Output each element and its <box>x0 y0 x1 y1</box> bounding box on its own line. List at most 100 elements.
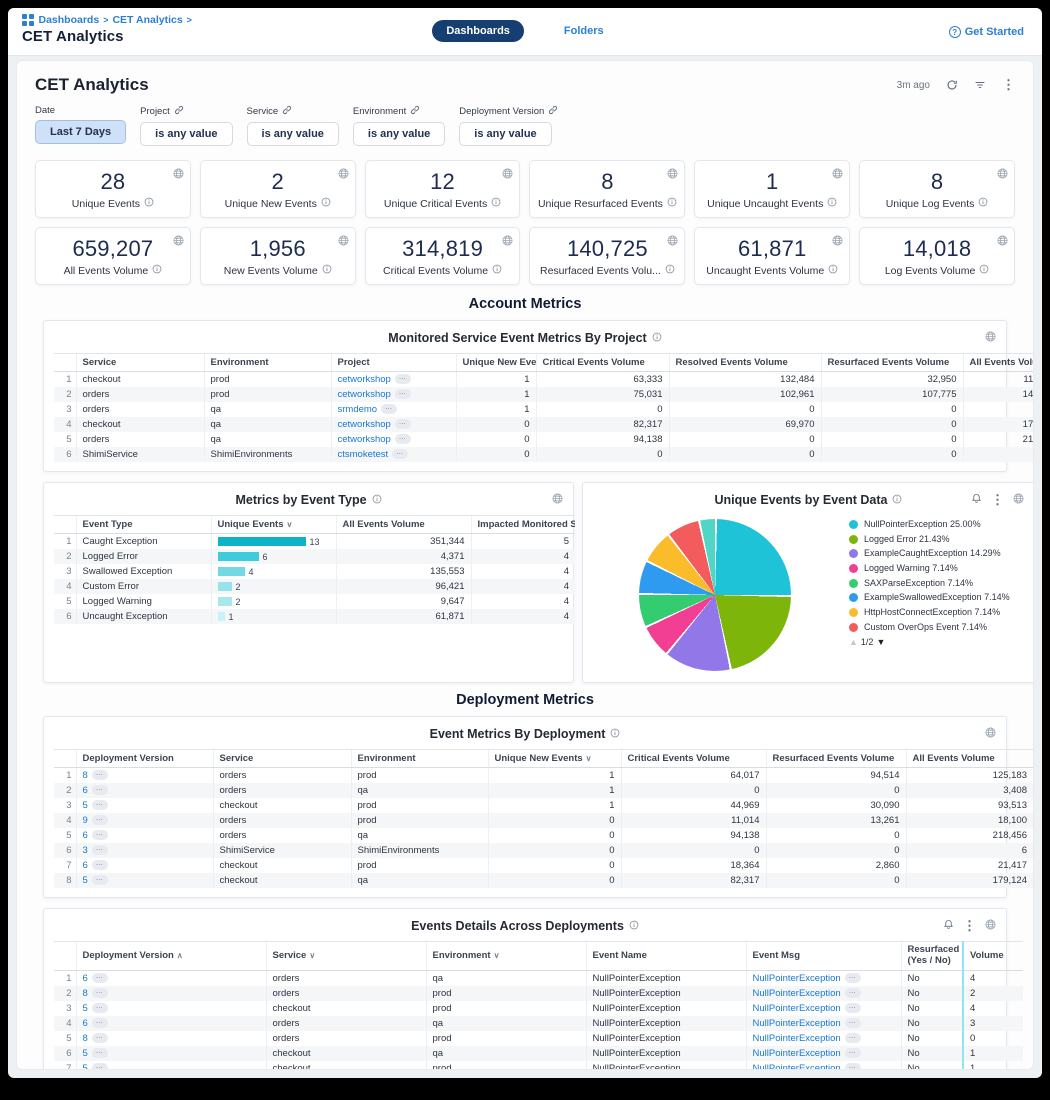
globe-icon[interactable] <box>173 233 184 251</box>
legend-page-down-icon[interactable]: ▼ <box>876 637 885 647</box>
column-header[interactable]: Unique New Ever∨ <box>456 354 536 372</box>
column-header[interactable]: Environment∨ <box>426 942 586 971</box>
info-icon[interactable] <box>652 331 662 345</box>
table-link[interactable]: NullPointerException <box>753 1048 841 1059</box>
bell-icon[interactable] <box>943 917 954 935</box>
table-row[interactable]: 5ordersqacetworkshop⋯094,13800218,456 <box>54 432 1034 447</box>
info-icon[interactable] <box>144 197 154 210</box>
table-link[interactable]: 6 <box>83 830 88 841</box>
column-header[interactable]: Service <box>76 354 204 372</box>
table-link[interactable]: srmdemo <box>338 404 378 415</box>
table-row[interactable]: 46⋯ordersqaNullPointerExceptionNullPoint… <box>54 1016 1023 1031</box>
column-header[interactable]: Deployment Version∧ <box>76 942 266 971</box>
ellipsis-pill-icon[interactable]: ⋯ <box>92 1018 108 1028</box>
globe-icon[interactable] <box>552 491 563 509</box>
info-icon[interactable] <box>629 919 639 933</box>
get-started-link[interactable]: ? Get Started <box>949 26 1024 38</box>
table-link[interactable]: 3 <box>83 845 88 856</box>
unique-events-bar[interactable]: 13 <box>218 537 330 547</box>
legend-item[interactable]: ExampleSwallowedException 7.14% <box>849 592 1024 604</box>
filter-value-chip[interactable]: is any value <box>353 122 445 146</box>
column-header[interactable]: Resurfaced Events Volume <box>766 750 906 768</box>
ellipsis-pill-icon[interactable]: ⋯ <box>92 988 108 998</box>
unique-events-bar[interactable]: 6 <box>218 552 330 562</box>
info-icon[interactable] <box>321 197 331 210</box>
info-icon[interactable] <box>828 264 838 277</box>
table-row[interactable]: 2Logged Error64,3714 <box>54 549 575 564</box>
table-row[interactable]: 65⋯checkoutqaNullPointerExceptionNullPoi… <box>54 1046 1023 1061</box>
unique-events-bar[interactable]: 1 <box>218 612 330 622</box>
ellipsis-pill-icon[interactable]: ⋯ <box>845 973 861 983</box>
globe-icon[interactable] <box>338 233 349 251</box>
breadcrumb-dashboards[interactable]: Dashboards <box>39 14 100 26</box>
legend-item[interactable]: Logged Warning 7.14% <box>849 563 1024 575</box>
column-header[interactable]: Service∨ <box>266 942 426 971</box>
column-header[interactable]: Deployment Version <box>76 750 213 768</box>
column-header[interactable]: All Events Volume <box>336 516 471 534</box>
ellipsis-pill-icon[interactable]: ⋯ <box>392 449 408 459</box>
table-link[interactable]: NullPointerException <box>753 973 841 984</box>
kebab-menu-icon[interactable]: ⋮ <box>991 492 1004 508</box>
ellipsis-pill-icon[interactable]: ⋯ <box>92 800 108 810</box>
ellipsis-pill-icon[interactable]: ⋯ <box>395 419 411 429</box>
tab-folders[interactable]: Folders <box>550 20 618 42</box>
filter-value-chip[interactable]: is any value <box>140 122 232 146</box>
ellipsis-pill-icon[interactable]: ⋯ <box>92 785 108 795</box>
column-header[interactable]: Event Type <box>76 516 211 534</box>
kebab-menu-icon[interactable]: ⋮ <box>1002 77 1015 93</box>
breadcrumb-cet-analytics[interactable]: CET Analytics <box>112 14 182 26</box>
table-link[interactable]: ctsmoketest <box>338 449 389 460</box>
info-icon[interactable] <box>491 197 501 210</box>
column-header[interactable]: All Events Volume <box>963 354 1034 372</box>
legend-item[interactable]: SAXParseException 7.14% <box>849 578 1024 590</box>
table-link[interactable]: 6 <box>83 860 88 871</box>
filter-value-chip[interactable]: is any value <box>459 122 551 146</box>
table-link[interactable]: NullPointerException <box>753 1018 841 1029</box>
table-link[interactable]: 9 <box>83 815 88 826</box>
ellipsis-pill-icon[interactable]: ⋯ <box>92 973 108 983</box>
table-link[interactable]: NullPointerException <box>753 1063 841 1070</box>
column-header[interactable]: Resolved Events Volume <box>669 354 821 372</box>
ellipsis-pill-icon[interactable]: ⋯ <box>845 1048 861 1058</box>
ellipsis-pill-icon[interactable]: ⋯ <box>845 988 861 998</box>
sort-icon[interactable]: ∨ <box>586 754 592 763</box>
table-row[interactable]: 4Custom Error296,4214 <box>54 579 575 594</box>
table-row[interactable]: 3Swallowed Exception4135,5534 <box>54 564 575 579</box>
globe-icon[interactable] <box>985 329 996 347</box>
table-link[interactable]: 8 <box>83 1033 88 1044</box>
globe-icon[interactable] <box>832 233 843 251</box>
info-icon[interactable] <box>322 264 332 277</box>
table-row[interactable]: 35⋯checkoutprod144,96930,09093,513 <box>54 798 1033 813</box>
globe-icon[interactable] <box>997 233 1008 251</box>
legend-page-up-icon[interactable]: ▲ <box>849 637 858 647</box>
table-link[interactable]: cetworkshop <box>338 374 391 385</box>
table-row[interactable]: 75⋯checkoutprodNullPointerExceptionNullP… <box>54 1061 1023 1070</box>
column-header[interactable]: Project <box>331 354 456 372</box>
table-link[interactable]: 8 <box>83 988 88 999</box>
unique-events-bar[interactable]: 2 <box>218 597 330 607</box>
legend-item[interactable]: ExampleCaughtException 14.29% <box>849 548 1024 560</box>
column-header[interactable]: Event Msg <box>746 942 901 971</box>
sort-icon[interactable]: ∨ <box>287 520 293 529</box>
ellipsis-pill-icon[interactable]: ⋯ <box>395 389 411 399</box>
ellipsis-pill-icon[interactable]: ⋯ <box>395 374 411 384</box>
table-row[interactable]: 4checkoutqacetworkshop⋯082,31769,9700179… <box>54 417 1034 432</box>
ellipsis-pill-icon[interactable]: ⋯ <box>92 830 108 840</box>
kebab-menu-icon[interactable]: ⋮ <box>963 918 976 934</box>
info-icon[interactable] <box>372 493 382 507</box>
ellipsis-pill-icon[interactable]: ⋯ <box>92 875 108 885</box>
table-link[interactable]: cetworkshop <box>338 434 391 445</box>
sort-icon[interactable]: ∨ <box>494 951 500 960</box>
table-row[interactable]: 58⋯ordersprodNullPointerExceptionNullPoi… <box>54 1031 1023 1046</box>
table-link[interactable]: cetworkshop <box>338 389 391 400</box>
bell-icon[interactable] <box>971 491 982 509</box>
column-header[interactable]: Volume <box>963 942 1023 971</box>
filter-icon[interactable] <box>974 79 986 91</box>
table-link[interactable]: 5 <box>83 1003 88 1014</box>
table-link[interactable]: NullPointerException <box>753 988 841 999</box>
ellipsis-pill-icon[interactable]: ⋯ <box>395 434 411 444</box>
table-row[interactable]: 1checkoutprodcetworkshop⋯163,333132,4843… <box>54 372 1034 388</box>
ellipsis-pill-icon[interactable]: ⋯ <box>845 1033 861 1043</box>
info-icon[interactable] <box>610 727 620 741</box>
table-row[interactable]: 28⋯ordersprodNullPointerExceptionNullPoi… <box>54 986 1023 1001</box>
